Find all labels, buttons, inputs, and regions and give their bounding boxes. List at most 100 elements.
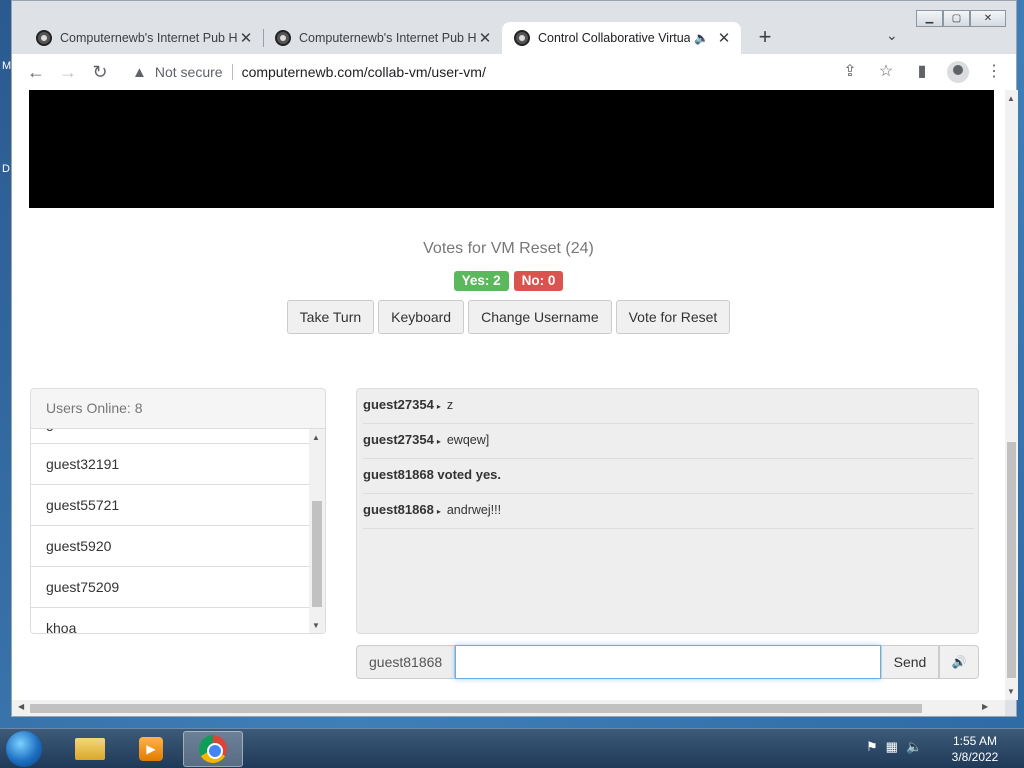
- change-username-button[interactable]: Change Username: [468, 300, 612, 334]
- scroll-thumb[interactable]: [312, 501, 322, 607]
- chrome-taskbar-button[interactable]: [183, 731, 243, 767]
- users-list[interactable]: guest76456 guest32191 guest55721 guest59…: [31, 429, 311, 633]
- share-icon[interactable]: ⇪: [834, 56, 866, 88]
- tab-computernewb-2[interactable]: Computernewb's Internet Pub Hu ✕: [263, 22, 502, 54]
- start-button-icon[interactable]: [6, 731, 42, 767]
- bookmark-star-icon[interactable]: ☆: [870, 56, 902, 88]
- chat-text: andrwej!!!: [446, 503, 502, 517]
- minimize-icon[interactable]: ▁: [916, 10, 943, 27]
- chat-message: guest27354 ▸ z: [363, 389, 974, 424]
- clock-date: 3/8/2022: [951, 750, 999, 764]
- scroll-thumb[interactable]: [30, 704, 922, 713]
- desktop-icon-label-fragment: M: [2, 60, 12, 72]
- tab-computernewb-1[interactable]: Computernewb's Internet Pub Hu ✕: [24, 22, 263, 54]
- close-tab-icon[interactable]: ✕: [476, 29, 494, 47]
- chat-text: z: [446, 398, 454, 412]
- list-item[interactable]: guest32191: [31, 444, 311, 485]
- chat-input-group: guest81868 Send 🔊: [356, 645, 979, 679]
- take-turn-button[interactable]: Take Turn: [286, 300, 375, 334]
- security-label[interactable]: Not secure: [155, 64, 223, 80]
- chat-vote-notice: guest81868 voted yes.: [363, 467, 502, 482]
- chat-message: guest81868 ▸ andrwej!!!: [363, 494, 974, 529]
- chat-username-label: guest81868: [356, 645, 455, 679]
- scroll-up-arrow-icon[interactable]: ▲: [312, 433, 320, 442]
- speaker-icon[interactable]: 🔈: [694, 31, 709, 45]
- chrome-icon: [199, 735, 227, 763]
- profile-avatar-icon[interactable]: [947, 61, 969, 83]
- chat-text: ewqew]: [446, 433, 490, 447]
- chat-arrow-icon: ▸: [436, 507, 441, 516]
- vote-reset-button[interactable]: Vote for Reset: [615, 300, 731, 334]
- warning-triangle-icon[interactable]: ▲: [132, 64, 147, 81]
- chat-arrow-icon: ▸: [436, 402, 441, 411]
- scroll-up-arrow-icon[interactable]: ▲: [1007, 94, 1015, 103]
- new-tab-button[interactable]: +: [752, 25, 778, 51]
- scroll-left-arrow-icon[interactable]: ◀: [18, 702, 24, 711]
- tab-search-chevron-icon[interactable]: ⌄: [886, 27, 898, 44]
- users-scrollbar[interactable]: ▲ ▼: [309, 429, 325, 633]
- chat-username: guest27354: [363, 432, 434, 447]
- tab-title: Computernewb's Internet Pub Hu: [299, 31, 476, 45]
- list-item[interactable]: guest75209: [31, 567, 311, 608]
- site-favicon-icon: [514, 30, 530, 46]
- users-online-panel: Users Online: 8 guest76456 guest32191 gu…: [30, 388, 326, 634]
- list-item[interactable]: guest76456: [31, 429, 311, 444]
- browser-toolbar: ← → ↻ ▲ Not secure computernewb.com/coll…: [12, 54, 1016, 90]
- chat-message-input[interactable]: [455, 645, 881, 679]
- system-tray: ⚑ ▦ 🔈: [866, 739, 922, 755]
- page-vertical-scrollbar[interactable]: ▲ ▼: [1005, 90, 1018, 700]
- page-viewport: Votes for VM Reset (24) Yes: 2 No: 0 Tak…: [12, 90, 1005, 700]
- page-horizontal-scrollbar[interactable]: ◀ ▶: [12, 700, 1005, 716]
- sound-toggle-icon[interactable]: 🔊: [939, 645, 979, 679]
- address-bar[interactable]: ▲ Not secure computernewb.com/collab-vm/…: [122, 57, 897, 87]
- tab-strip: Computernewb's Internet Pub Hu ✕ Compute…: [12, 1, 1016, 54]
- close-tab-icon[interactable]: ✕: [237, 29, 255, 47]
- scroll-right-arrow-icon[interactable]: ▶: [982, 702, 988, 711]
- folder-icon: [75, 738, 105, 760]
- users-online-header: Users Online: 8: [31, 389, 325, 429]
- chat-panel: guest27354 ▸ z guest27354 ▸ ewqew] guest8186…: [356, 388, 979, 634]
- scroll-down-arrow-icon[interactable]: ▼: [312, 621, 320, 630]
- forward-arrow-icon[interactable]: →: [52, 56, 84, 88]
- maximize-icon[interactable]: ▢: [943, 10, 970, 27]
- media-player-taskbar-button[interactable]: ▶: [121, 731, 181, 767]
- reload-icon[interactable]: ↻: [84, 56, 116, 88]
- chat-arrow-icon: ▸: [436, 437, 441, 446]
- site-favicon-icon: [275, 30, 291, 46]
- close-tab-icon[interactable]: ✕: [715, 29, 733, 47]
- send-button[interactable]: Send: [881, 645, 939, 679]
- list-item[interactable]: guest5920: [31, 526, 311, 567]
- kebab-menu-icon[interactable]: ⋮: [978, 56, 1010, 88]
- taskbar-clock[interactable]: 1:55 AM 3/8/2022: [940, 733, 1010, 765]
- keyboard-button[interactable]: Keyboard: [378, 300, 465, 334]
- scroll-down-arrow-icon[interactable]: ▼: [1007, 687, 1015, 696]
- browser-window: Computernewb's Internet Pub Hu ✕ Compute…: [11, 0, 1018, 717]
- vm-action-buttons: Take Turn Keyboard Change Username Vote …: [12, 300, 1005, 334]
- site-favicon-icon: [36, 30, 52, 46]
- desktop-icon-label-fragment: D: [2, 163, 10, 175]
- chat-username: guest27354: [363, 397, 434, 412]
- volume-icon[interactable]: 🔈: [906, 739, 922, 755]
- list-item[interactable]: khoa: [31, 608, 311, 633]
- vm-display[interactable]: [29, 90, 994, 208]
- clock-time: 1:55 AM: [952, 734, 998, 748]
- window-controls: ▁ ▢ ✕: [916, 10, 1006, 27]
- scroll-thumb[interactable]: [1007, 442, 1016, 678]
- tab-title: Control Collaborative Virtual: [538, 31, 691, 45]
- tab-collab-vm[interactable]: Control Collaborative Virtual 🔈 ✕: [502, 22, 741, 54]
- explorer-taskbar-button[interactable]: [60, 731, 120, 767]
- close-window-icon[interactable]: ✕: [970, 10, 1006, 27]
- vote-reset-title: Votes for VM Reset (24): [423, 240, 594, 257]
- network-icon[interactable]: ▦: [886, 739, 898, 755]
- vote-badges: Yes: 2 No: 0: [12, 271, 1005, 291]
- chat-message: guest27354 ▸ ewqew]: [363, 424, 974, 459]
- side-panel-icon[interactable]: ▮: [906, 56, 938, 88]
- tab-title: Computernewb's Internet Pub Hu: [60, 31, 237, 45]
- chat-system-message: guest81868 voted yes.: [363, 459, 974, 494]
- action-center-flag-icon[interactable]: ⚑: [866, 739, 878, 755]
- back-arrow-icon[interactable]: ←: [20, 56, 52, 88]
- taskbar: ▶ ⚑ ▦ 🔈 1:55 AM 3/8/2022: [0, 728, 1024, 768]
- url-text[interactable]: computernewb.com/collab-vm/user-vm/: [242, 64, 486, 80]
- list-item[interactable]: guest55721: [31, 485, 311, 526]
- omnibox-divider: [231, 64, 233, 80]
